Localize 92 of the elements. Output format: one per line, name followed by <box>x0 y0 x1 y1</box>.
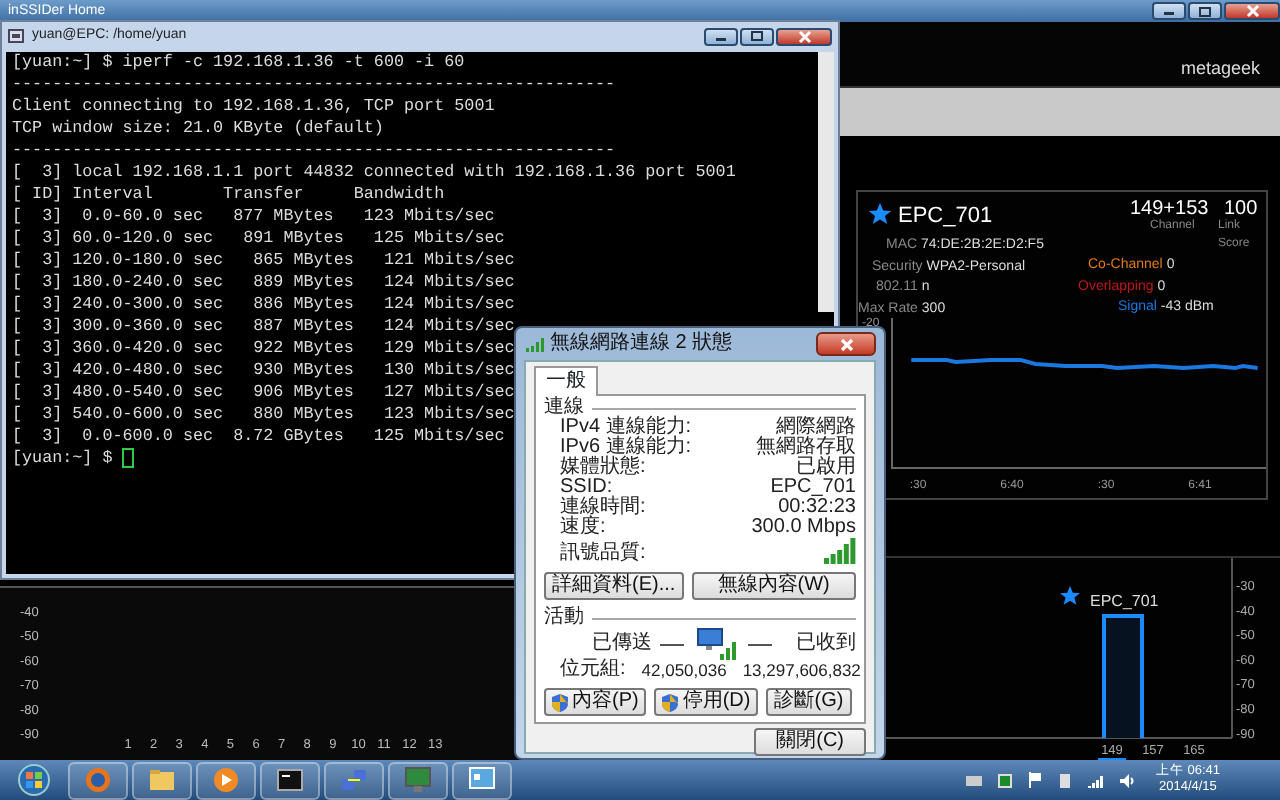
close-dialog-button[interactable]: 關閉(C) <box>754 728 866 756</box>
network-curve <box>1102 614 1144 740</box>
dialog-button[interactable]: 詳細資料(E)... <box>544 572 684 600</box>
taskbar-app-button[interactable] <box>260 761 320 799</box>
section-heading: 活動 <box>544 608 584 628</box>
terminal-line: ------------------------------------------------------------ <box>10 140 616 162</box>
close-button[interactable] <box>776 27 832 45</box>
windows-logo-icon <box>18 764 50 796</box>
flag-icon[interactable] <box>1027 772 1042 788</box>
network-label: EPC_701 <box>1090 592 1159 610</box>
terminal-line: [ 3] 420.0-480.0 sec 930 MBytes 130 Mbits/sec <box>10 360 515 382</box>
terminal-line: [ 3] 60.0-120.0 sec 891 MBytes 125 Mbits/sec <box>10 228 505 250</box>
terminal-line: ------------------------------------------------------------ <box>10 74 616 96</box>
taskbar-app-button[interactable] <box>196 761 256 799</box>
text-cursor <box>122 448 135 468</box>
terminal-line: [ 3] 360.0-420.0 sec 922 MBytes 129 Mbits/sec <box>10 338 515 360</box>
maximize-button[interactable] <box>1188 2 1222 20</box>
field-label: 連線時間: <box>560 498 646 518</box>
network-window-icon <box>468 766 496 794</box>
network-name: EPC_701 <box>898 202 993 232</box>
terminal-line: [ 3] 240.0-300.0 sec 886 MBytes 124 Mbits/sec <box>10 294 515 316</box>
field-label: 媒體狀態: <box>560 458 646 478</box>
terminal-line: Client connecting to 192.168.1.36, TCP port 5001 <box>10 96 495 118</box>
terminal-line: [ 3] 480.0-540.0 sec 906 MBytes 127 Mbits/sec <box>10 382 515 404</box>
sent-label: 已傳送 <box>592 634 652 654</box>
network-cable-icon <box>340 766 368 794</box>
signal-strength-icon <box>824 538 856 564</box>
maximize-button[interactable] <box>740 27 774 45</box>
field-label: IPv6 連線能力: <box>560 438 692 458</box>
field-value: 00:32:23 <box>778 498 856 518</box>
field-label: SSID: <box>560 478 613 498</box>
star-icon <box>1060 586 1080 605</box>
terminal-line: [ ID] Interval Transfer Bandwidth <box>10 184 445 206</box>
signal-icon <box>524 336 544 352</box>
dialog-title: 無線網路連線 2 狀態 <box>550 332 733 356</box>
field-value: 300.0 Mbps <box>751 518 856 538</box>
brand-logo-text: metageek <box>1180 56 1260 82</box>
maximize-icon <box>750 30 764 42</box>
wifi-signal-icon[interactable] <box>1087 773 1104 787</box>
minimize-button[interactable] <box>1152 2 1186 20</box>
star-icon <box>868 202 892 226</box>
terminal-icon <box>8 28 24 44</box>
terminal-line: [ 3] 300.0-360.0 sec 887 MBytes 124 Mbits/sec <box>10 316 515 338</box>
dialog-button[interactable]: 診斷(G) <box>766 688 852 716</box>
terminal-prompt: [yuan:~] $ <box>12 448 115 469</box>
app-tray-icon[interactable] <box>997 773 1012 787</box>
minimize-button[interactable] <box>704 27 738 45</box>
dialog-button[interactable]: 停用(D) <box>654 688 759 716</box>
terminal-line: [ 3] 180.0-240.0 sec 889 MBytes 124 Mbits/sec <box>10 272 515 294</box>
media-player-icon <box>212 766 240 794</box>
field-label: 速度: <box>560 518 606 538</box>
field-value: 42,050,036 <box>641 660 727 680</box>
terminal-line: [ 3] 0.0-600.0 sec 8.72 GBytes 125 Mbits/sec <box>10 426 505 448</box>
field-label: IPv4 連線能力: <box>560 418 692 438</box>
browser-icon <box>84 766 112 794</box>
divider-line <box>660 643 684 645</box>
terminal-line: [ 3] local 192.168.1.1 port 44832 connected with 192.168.1.36 port 5001 <box>10 162 736 184</box>
shield-icon <box>662 693 679 711</box>
terminal-line: [yuan:~] $ iperf -c 192.168.1.36 -t 600 -i 60 <box>10 52 465 74</box>
close-icon <box>839 337 853 351</box>
shield-icon <box>552 693 568 711</box>
field-label: 位元組: <box>560 660 626 680</box>
taskbar-app-button[interactable] <box>452 761 512 799</box>
scrollbar[interactable] <box>818 52 834 312</box>
received-label: 已收到 <box>796 634 856 654</box>
close-icon <box>797 29 811 43</box>
device-icon[interactable] <box>1057 773 1072 787</box>
close-button[interactable] <box>1224 2 1280 20</box>
field-value: EPC_701 <box>770 478 856 498</box>
terminal-line: [ 3] 0.0-60.0 sec 877 MBytes 123 Mbits/sec <box>10 206 495 228</box>
terminal-icon <box>276 766 304 794</box>
terminal-line: TCP window size: 21.0 KByte (default) <box>10 118 384 140</box>
field-value: 網際網路 <box>776 418 856 438</box>
close-icon <box>1245 4 1259 18</box>
maximize-icon <box>1198 5 1212 17</box>
field-value: 13,297,606,832 <box>742 660 861 680</box>
network-computer-icon <box>692 628 740 660</box>
field-label: 訊號品質: <box>560 544 646 564</box>
minimize-icon <box>1162 6 1176 16</box>
field-value: 無網路存取 <box>756 438 856 458</box>
terminal-line: [ 3] 120.0-180.0 sec 865 MBytes 121 Mbits/sec <box>10 250 515 272</box>
tab[interactable]: 一般 <box>534 366 598 396</box>
section-heading: 連線 <box>544 398 584 418</box>
close-button[interactable] <box>816 332 876 356</box>
terminal-line: [ 3] 540.0-600.0 sec 880 MBytes 123 Mbits/sec <box>10 404 515 426</box>
field-value: 已啟用 <box>796 458 856 478</box>
dialog-button[interactable]: 內容(P) <box>544 688 647 716</box>
monitor-icon <box>404 766 432 794</box>
divider-line <box>748 643 772 645</box>
folder-icon <box>148 766 176 794</box>
speaker-icon[interactable] <box>1119 773 1136 787</box>
dialog-button[interactable]: 無線內容(W) <box>691 572 856 600</box>
